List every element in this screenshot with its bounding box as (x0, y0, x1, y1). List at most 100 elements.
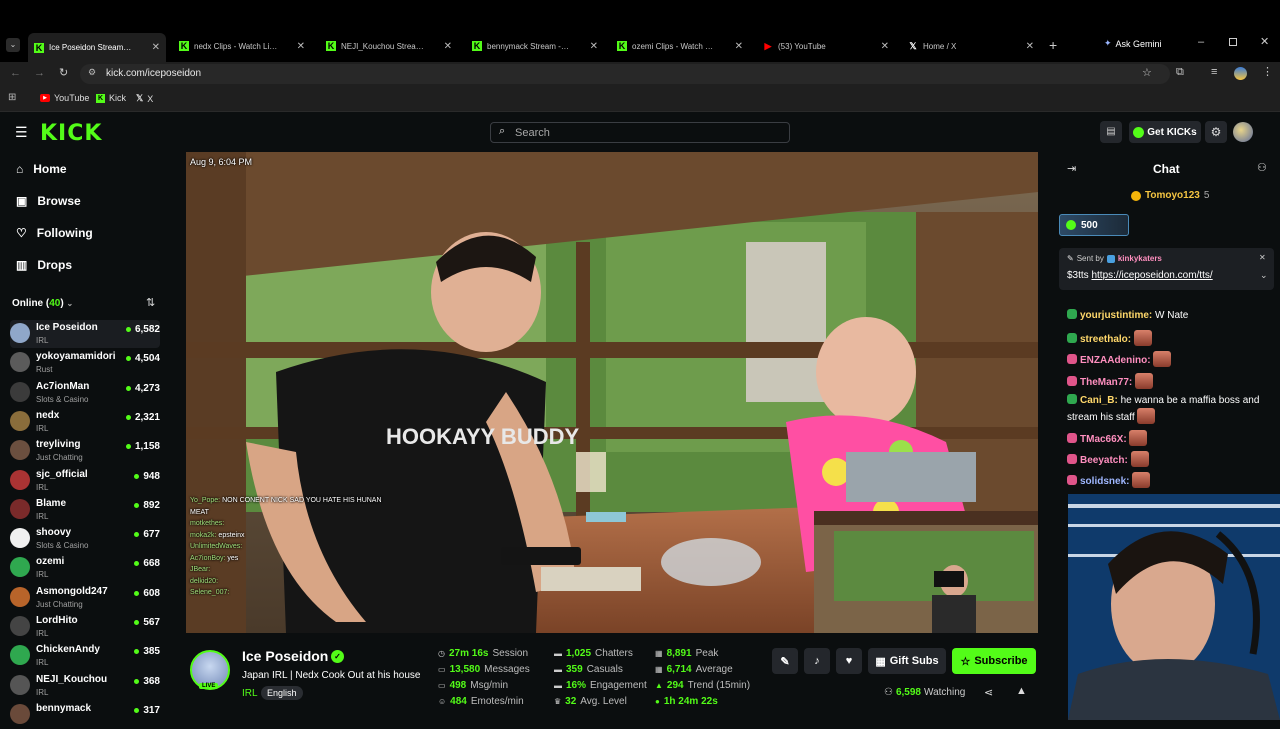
bookmark-youtube[interactable]: ▶ YouTube (40, 93, 89, 103)
nav-drops[interactable]: ▥ Drops (16, 258, 72, 272)
profile-icon[interactable] (1234, 67, 1247, 80)
chat-username[interactable]: streethalo: (1080, 334, 1131, 345)
online-header[interactable]: Online (40) ⌄ (12, 298, 73, 309)
browser-tab[interactable]: Kbennymack Stream - Watch✕ (466, 36, 604, 56)
reload-icon[interactable]: ↻ (59, 66, 68, 79)
channel-item[interactable]: NEJI_Kouchou IRL 368 (10, 672, 160, 700)
bookmark-kick[interactable]: K Kick (96, 93, 126, 103)
share-icon[interactable]: ⋖ (984, 686, 993, 699)
browser-tab[interactable]: 𝕏 Home / X ✕ (902, 36, 1040, 56)
back-icon[interactable]: ← (10, 67, 21, 79)
chat-message[interactable]: yourjustintime: W Nate (1067, 309, 1267, 323)
report-warning-icon[interactable]: ▲ (1016, 685, 1027, 697)
theater-mode-button[interactable]: ▤ (1100, 121, 1122, 143)
new-tab-button[interactable]: + (1049, 37, 1057, 53)
channel-item[interactable]: yokoyamamidori Rust 4,504 (10, 349, 160, 377)
settings-gear-icon[interactable]: ⚙ (1205, 121, 1227, 143)
close-tab-icon[interactable]: ✕ (297, 41, 305, 52)
channel-item[interactable]: nedx IRL 2,321 (10, 408, 160, 436)
media-icon[interactable]: ≡ (1211, 66, 1217, 78)
overlay-chat-line: UnlimitedWaves: (190, 543, 243, 550)
category-link[interactable]: IRL (242, 688, 258, 699)
kick-logo[interactable]: KICK (40, 121, 102, 146)
url-field[interactable]: ⚙ kick.com/iceposeidon ☆ (80, 64, 1170, 84)
notification-bell-button[interactable]: ♪ (804, 648, 830, 674)
bookmark-x[interactable]: 𝕏 X (136, 93, 153, 104)
nav-home[interactable]: ⌂ Home (16, 162, 67, 176)
user-avatar[interactable] (1233, 122, 1253, 142)
subscribe-button[interactable]: ☆ Subscribe (952, 648, 1036, 674)
ask-gemini-button[interactable]: ✦ Ask Gemini (1104, 38, 1162, 49)
bookmark-star-icon[interactable]: ☆ (1142, 66, 1152, 79)
chat-username[interactable]: yourjustintime: (1080, 310, 1152, 321)
close-window-button[interactable]: ✕ (1260, 35, 1269, 48)
kicks-leaderboard-chip[interactable]: 500 (1059, 214, 1129, 236)
close-tab-icon[interactable]: ✕ (881, 41, 889, 52)
chat-message[interactable]: solidsnek: (1067, 472, 1267, 489)
chat-username[interactable]: TMac66X: (1080, 434, 1127, 445)
close-tab-icon[interactable]: ✕ (735, 41, 743, 52)
chat-message[interactable]: Beeyatch: (1067, 451, 1267, 468)
apps-grid-icon[interactable]: ⊞ (8, 92, 16, 103)
pin-button[interactable]: ✎ (772, 648, 798, 674)
gift-subs-button[interactable]: ▦ Gift Subs (868, 648, 946, 674)
channel-item[interactable]: Blame IRL 892 (10, 496, 160, 524)
get-kicks-button[interactable]: Get KICKs (1129, 121, 1201, 143)
chat-username[interactable]: Cani_B: (1080, 395, 1118, 406)
minimize-button[interactable]: – (1198, 36, 1204, 48)
channel-item[interactable]: LordHito IRL 567 (10, 613, 160, 641)
browser-tab[interactable]: Knedx Clips - Watch Live on✕ (173, 36, 311, 56)
hamburger-menu-icon[interactable]: ☰ (15, 124, 28, 141)
chat-username[interactable]: TheMan77: (1080, 377, 1132, 388)
language-tag[interactable]: English (261, 686, 303, 700)
restore-button[interactable] (1229, 38, 1237, 46)
unpin-icon[interactable]: ✕ (1259, 253, 1266, 262)
expand-chevron-icon[interactable]: ⌄ (1260, 270, 1268, 281)
search-box[interactable]: ⌕ Search (490, 122, 790, 143)
nav-browse[interactable]: ▣ Browse (16, 194, 81, 208)
forward-icon[interactable]: → (34, 67, 45, 79)
channel-category: Slots & Casino (36, 541, 89, 551)
channel-item[interactable]: bennymack 317 (10, 701, 160, 729)
pinned-link[interactable]: https://iceposeidon.com/tts/ (1091, 270, 1212, 281)
channel-item[interactable]: shoovy Slots & Casino 677 (10, 525, 160, 553)
nav-following[interactable]: ♡ Following (16, 226, 93, 240)
channel-item[interactable]: ChickenAndy IRL 385 (10, 642, 160, 670)
chat-message[interactable]: TMac66X: (1067, 430, 1267, 447)
video-player[interactable]: HOOKAYY BUDDY Aug 9, 6:04 PM Yo_Pope: NO… (186, 152, 1038, 633)
sort-icon[interactable]: ⇅ (146, 296, 155, 309)
site-info-icon[interactable]: ⚙ (88, 67, 96, 78)
pinned-message[interactable]: ✎ Sent by kinkykaters $3tts https://icep… (1059, 248, 1274, 290)
chat-username[interactable]: ENZAAdenino: (1080, 355, 1151, 366)
chat-username[interactable]: Beeyatch: (1080, 455, 1128, 466)
browser-tab[interactable]: K Ice Poseidon Stream - W ✕ (28, 33, 166, 62)
channel-item[interactable]: Asmongold247 Just Chatting 608 (10, 584, 160, 612)
channel-item[interactable]: treyliving Just Chatting 1,158 (10, 437, 160, 465)
chat-message[interactable]: ENZAAdenino: (1067, 351, 1267, 368)
chat-message[interactable]: TheMan77: (1067, 373, 1267, 390)
chat-users-icon[interactable]: ⚇ (1257, 161, 1267, 174)
follow-heart-button[interactable]: ♥ (836, 648, 862, 674)
close-tab-icon[interactable]: ✕ (444, 41, 452, 52)
browser-tab[interactable]: KNEJI_Kouchou Stream - Wat✕ (320, 36, 458, 56)
channel-item[interactable]: Ac7ionMan Slots & Casino 4,273 (10, 379, 160, 407)
streamer-name[interactable]: Ice Poseidon (242, 648, 328, 664)
extensions-icon[interactable]: ⧉ (1176, 66, 1184, 79)
menu-icon[interactable]: ⋮ (1262, 65, 1273, 78)
browser-tab[interactable]: ▶ (53) YouTube ✕ (757, 36, 895, 56)
close-tab-icon[interactable]: ✕ (1026, 41, 1034, 52)
close-tab-icon[interactable]: ✕ (590, 41, 598, 52)
channel-item[interactable]: Ice Poseidon IRL 6,582 (10, 320, 160, 348)
search-input[interactable]: Search (515, 127, 550, 139)
chat-message[interactable]: streethalo: (1067, 330, 1267, 347)
live-dot-icon (134, 678, 140, 684)
tab-list-chevron-icon[interactable]: ⌄ (6, 38, 20, 52)
browser-tab[interactable]: Kozemi Clips - Watch Live on✕ (611, 36, 749, 56)
chat-username[interactable]: solidsnek: (1080, 476, 1129, 487)
collapse-chat-icon[interactable]: ⇥ (1067, 162, 1076, 175)
top-gifter[interactable]: Tomoyo123 5 (1131, 190, 1209, 201)
channel-item[interactable]: sjc_official IRL 948 (10, 467, 160, 495)
channel-item[interactable]: ozemi IRL 668 (10, 554, 160, 582)
close-tab-icon[interactable]: ✕ (152, 42, 160, 53)
chat-message[interactable]: Cani_B: he wanna be a maffia boss and st… (1067, 394, 1267, 425)
